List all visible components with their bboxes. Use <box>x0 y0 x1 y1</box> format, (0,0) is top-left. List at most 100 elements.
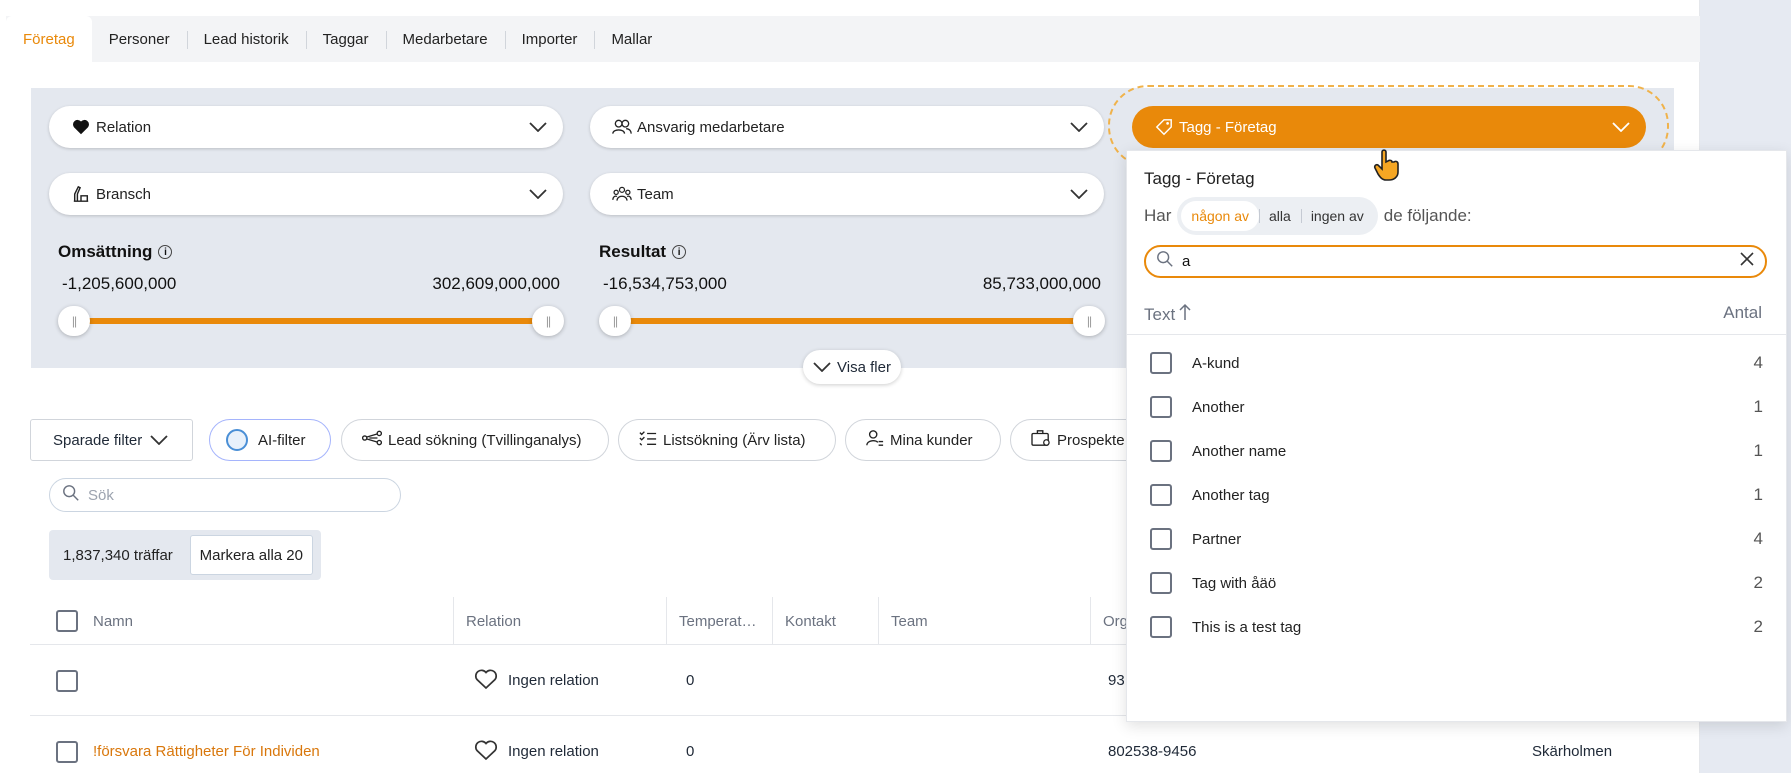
search-field[interactable] <box>49 478 401 512</box>
tag-count: 1 <box>1753 485 1763 504</box>
org-number: 802538-9456 <box>1108 743 1197 760</box>
tag-label: A-kund <box>1192 354 1240 372</box>
tag-option[interactable]: Another 1 <box>1127 385 1787 429</box>
tag-checkbox[interactable] <box>1150 440 1172 462</box>
tag-checkbox[interactable] <box>1150 396 1172 418</box>
tag-checkbox[interactable] <box>1150 572 1172 594</box>
tab-taggar[interactable]: Taggar <box>305 16 386 62</box>
table-row[interactable]: !försvara Rättigheter För Individen Inge… <box>30 716 1700 773</box>
tag-checkbox[interactable] <box>1150 484 1172 506</box>
col-namn[interactable]: Namn <box>93 597 133 645</box>
search-input[interactable] <box>88 486 388 504</box>
hits-count: 1,837,340 träffar <box>63 546 173 564</box>
tag-search-input[interactable] <box>1182 253 1731 270</box>
tab-medarbetare[interactable]: Medarbetare <box>385 16 505 62</box>
mode-alla[interactable]: alla <box>1259 201 1301 231</box>
tag-count: 1 <box>1753 441 1763 460</box>
tab-foretag[interactable]: Företag <box>6 16 92 62</box>
mina-kunder-button[interactable]: Mina kunder <box>845 419 1001 461</box>
tag-option[interactable]: Another tag 1 <box>1127 473 1787 517</box>
resultat-range: Resultat i -16,534,753,000 85,733,000,000 … <box>599 242 1105 336</box>
ai-filter-button[interactable]: AI-filter <box>209 419 331 461</box>
tagg-label: Tagg - Företag <box>1179 118 1277 136</box>
har-label: Har <box>1144 206 1172 225</box>
row-checkbox[interactable] <box>56 669 78 692</box>
markera-alla-button[interactable]: Markera alla 20 <box>189 535 313 575</box>
tab-mallar[interactable]: Mallar <box>594 16 669 62</box>
industry-icon <box>71 184 91 204</box>
row-checkbox[interactable] <box>56 740 78 763</box>
omsattning-slider-track[interactable]: || || <box>58 306 564 336</box>
tag-option[interactable]: This is a test tag 2 <box>1127 605 1787 649</box>
mode-ingen-av[interactable]: ingen av <box>1300 201 1374 231</box>
tag-checkbox[interactable] <box>1150 616 1172 638</box>
chevron-down-icon <box>150 432 168 449</box>
sort-text-header[interactable]: Text <box>1144 303 1191 326</box>
tag-search-field[interactable] <box>1144 245 1767 278</box>
tag-count: 4 <box>1753 353 1763 372</box>
tab-importer[interactable]: Importer <box>504 16 595 62</box>
tag-list-header: Text Antal <box>1127 293 1787 335</box>
relation-cell: Ingen relation <box>474 716 599 773</box>
company-name-link[interactable]: !försvara Rättigheter För Individen <box>93 716 320 773</box>
relation-dropdown[interactable]: Relation <box>49 106 563 148</box>
visa-fler-button[interactable]: Visa fler <box>803 350 901 384</box>
col-kontakt[interactable]: Kontakt <box>772 597 836 645</box>
org-number: 93 <box>1108 672 1125 689</box>
info-icon[interactable]: i <box>672 245 687 259</box>
chevron-down-icon <box>1070 119 1088 136</box>
antal-header[interactable]: Antal <box>1723 303 1762 323</box>
resultat-min-handle[interactable]: || <box>599 306 631 336</box>
resultat-max-handle[interactable]: || <box>1073 306 1105 336</box>
list-check-icon <box>639 430 657 450</box>
mode-nagon-av[interactable]: någon av <box>1181 201 1260 231</box>
omsattning-max-handle[interactable]: || <box>532 306 564 336</box>
listsokning-button[interactable]: Listsökning (Ärv lista) <box>618 419 836 461</box>
tag-count: 2 <box>1753 617 1763 636</box>
ai-ring-icon <box>226 429 248 451</box>
search-icon <box>62 484 80 507</box>
tag-label: This is a test tag <box>1192 618 1302 636</box>
chevron-down-icon <box>529 186 547 203</box>
tag-checkbox[interactable] <box>1150 352 1172 374</box>
tagg-foretag-dropdown[interactable]: Tagg - Företag <box>1132 106 1646 148</box>
prospekt-label: Prospekte <box>1057 431 1125 449</box>
tag-label: Tag with åäö <box>1192 574 1277 592</box>
sparade-filter-button[interactable]: Sparade filter <box>30 419 193 461</box>
tag-label: Another <box>1192 398 1245 416</box>
resultat-slider-track[interactable]: || || <box>599 306 1105 336</box>
tab-lead-historik[interactable]: Lead historik <box>186 16 306 62</box>
relation-cell: Ingen relation <box>474 645 599 716</box>
tag-label: Another name <box>1192 442 1287 460</box>
tag-option[interactable]: Tag with åäö 2 <box>1127 561 1787 605</box>
col-relation[interactable]: Relation <box>453 597 521 645</box>
search-icon <box>1156 250 1174 273</box>
omsattning-min-handle[interactable]: || <box>58 306 90 336</box>
info-icon[interactable]: i <box>158 245 173 259</box>
temperature-value: 0 <box>686 672 695 689</box>
heart-icon <box>71 117 91 137</box>
lead-sokning-button[interactable]: Lead sökning (Tvillinganalys) <box>341 419 609 461</box>
col-org[interactable]: Org <box>1090 597 1128 645</box>
tag-option[interactable]: A-kund 4 <box>1127 341 1787 385</box>
user-list-icon <box>866 429 884 451</box>
tagg-popover: Tagg - Företag Har någon av alla ingen a… <box>1126 150 1787 722</box>
tag-option[interactable]: Partner 4 <box>1127 517 1787 561</box>
omsattning-title: Omsättning i <box>58 242 564 262</box>
bransch-label: Bransch <box>96 185 152 203</box>
bransch-dropdown[interactable]: Bransch <box>49 173 563 215</box>
team-dropdown[interactable]: Team <box>590 173 1104 215</box>
resultat-min: -16,534,753,000 <box>603 274 727 293</box>
tag-option[interactable]: Another name 1 <box>1127 429 1787 473</box>
close-icon[interactable] <box>1739 251 1755 272</box>
sparade-filter-label: Sparade filter <box>53 431 143 449</box>
ansvarig-medarbetare-dropdown[interactable]: Ansvarig medarbetare <box>590 106 1104 148</box>
mina-kunder-label: Mina kunder <box>890 431 973 449</box>
tab-personer[interactable]: Personer <box>92 16 187 62</box>
col-team[interactable]: Team <box>878 597 928 645</box>
city: Skärholmen <box>1532 743 1613 760</box>
tag-checkbox[interactable] <box>1150 528 1172 550</box>
select-all-checkbox[interactable] <box>56 610 78 632</box>
col-temperatur[interactable]: Temperat… <box>666 597 757 645</box>
hits-bar: 1,837,340 träffar Markera alla 20 <box>49 530 321 580</box>
